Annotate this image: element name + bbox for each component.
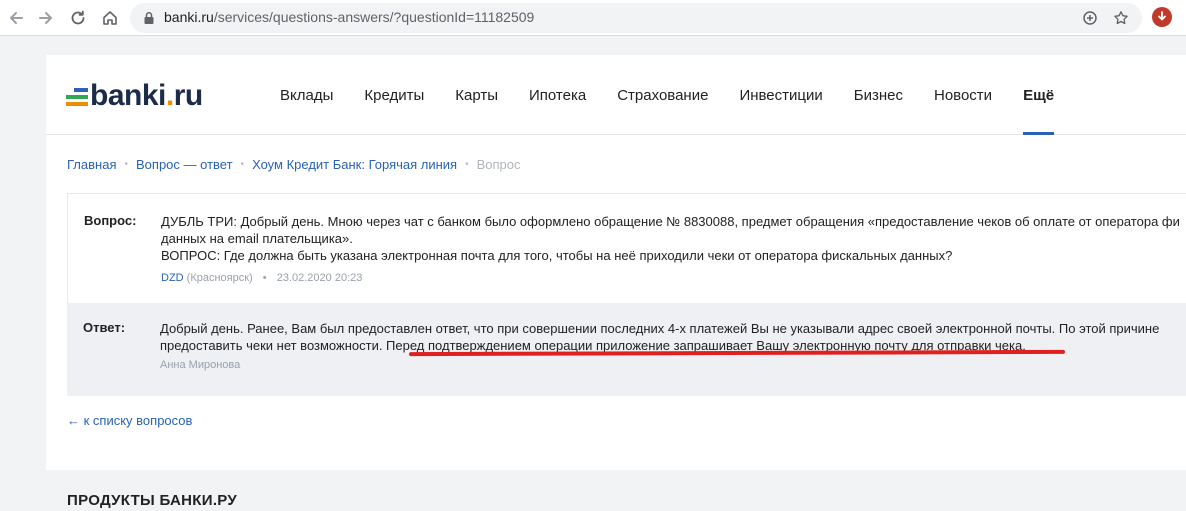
lock-icon bbox=[144, 12, 154, 24]
main-menu: Вклады Кредиты Карты Ипотека Страхование… bbox=[280, 55, 1085, 135]
products-section: ПРОДУКТЫ БАНКИ.РУ bbox=[46, 470, 1186, 511]
breadcrumb-separator: • bbox=[240, 159, 245, 170]
menu-item-biznes[interactable]: Бизнес bbox=[854, 55, 903, 135]
logo-text: banki.ru bbox=[90, 79, 203, 113]
logo-bars-icon bbox=[66, 85, 88, 107]
breadcrumb-separator: • bbox=[124, 159, 128, 170]
logo-text-ru: ru bbox=[173, 79, 204, 112]
menu-item-strakhovanie[interactable]: Страхование bbox=[617, 55, 708, 135]
menu-item-eshche[interactable]: Ещё bbox=[1023, 55, 1055, 135]
meta-separator: • bbox=[262, 272, 267, 284]
home-icon[interactable] bbox=[98, 6, 122, 30]
site-logo[interactable]: banki.ru bbox=[66, 79, 203, 113]
logo-text-dot: . bbox=[165, 79, 174, 112]
logo-text-banki: banki bbox=[90, 79, 166, 112]
answer-author: Анна Миронова bbox=[160, 359, 241, 371]
question-text-line3: ВОПРОС: Где должна быть указана электрон… bbox=[161, 248, 953, 263]
answer-label: Ответ: bbox=[83, 320, 126, 335]
page-content: banki.ru Вклады Кредиты Карты Ипотека Ст… bbox=[46, 55, 1186, 511]
menu-item-ipoteka[interactable]: Ипотека bbox=[529, 55, 586, 135]
breadcrumb-bank[interactable]: Хоум Кредит Банк: Горячая линия bbox=[252, 157, 457, 172]
question-label: Вопрос: bbox=[84, 213, 137, 228]
menu-item-novosti[interactable]: Новости bbox=[934, 55, 992, 135]
bookmark-star-icon[interactable] bbox=[1113, 10, 1129, 26]
question-text-line2: данных на email плательщика». bbox=[161, 231, 353, 246]
question-date: 23.02.2020 20:23 bbox=[276, 272, 363, 284]
breadcrumb-qa[interactable]: Вопрос — ответ bbox=[136, 157, 233, 172]
site-header: banki.ru Вклады Кредиты Карты Ипотека Ст… bbox=[46, 55, 1186, 135]
products-title: ПРОДУКТЫ БАНКИ.РУ bbox=[67, 492, 238, 509]
menu-item-kredity[interactable]: Кредиты bbox=[364, 55, 424, 135]
back-arrow-icon[interactable] bbox=[4, 6, 28, 30]
back-to-questions-link[interactable]: ← к списку вопросов bbox=[67, 413, 192, 428]
breadcrumb: Главная • Вопрос — ответ • Хоум Кредит Б… bbox=[67, 157, 521, 172]
forward-arrow-icon[interactable] bbox=[34, 6, 58, 30]
answer-text-line1: Добрый день. Ранее, Вам был предоставлен… bbox=[160, 321, 1160, 336]
url-path: /services/questions-answers/?questionId=… bbox=[213, 9, 535, 25]
question-city: (Красноярск) bbox=[186, 272, 253, 284]
menu-item-vklady[interactable]: Вклады bbox=[280, 55, 333, 135]
url-host: banki.ru bbox=[164, 9, 214, 25]
url-text: banki.ru/services/questions-answers/?que… bbox=[164, 9, 534, 25]
menu-item-investicii[interactable]: Инвестиции bbox=[739, 55, 822, 135]
question-block: Вопрос: ДУБЛЬ ТРИ: Добрый день. Мною чер… bbox=[67, 193, 1186, 303]
zoom-icon[interactable] bbox=[1082, 10, 1098, 26]
answer-block: Ответ: Добрый день. Ранее, Вам был предо… bbox=[67, 303, 1186, 396]
browser-toolbar: banki.ru/services/questions-answers/?que… bbox=[0, 0, 1186, 36]
breadcrumb-current: Вопрос bbox=[476, 157, 521, 172]
breadcrumb-separator: • bbox=[465, 159, 469, 170]
question-author[interactable]: DZD bbox=[161, 272, 184, 284]
reload-icon[interactable] bbox=[66, 6, 90, 30]
menu-item-karty[interactable]: Карты bbox=[455, 55, 498, 135]
question-text-line1: ДУБЛЬ ТРИ: Добрый день. Мною через чат с… bbox=[161, 214, 1180, 229]
breadcrumb-home[interactable]: Главная bbox=[67, 157, 116, 172]
question-meta: DZD (Красноярск) • 23.02.2020 20:23 bbox=[161, 272, 362, 284]
extension-icon[interactable] bbox=[1152, 7, 1172, 27]
address-bar[interactable]: banki.ru/services/questions-answers/?que… bbox=[130, 3, 1142, 33]
